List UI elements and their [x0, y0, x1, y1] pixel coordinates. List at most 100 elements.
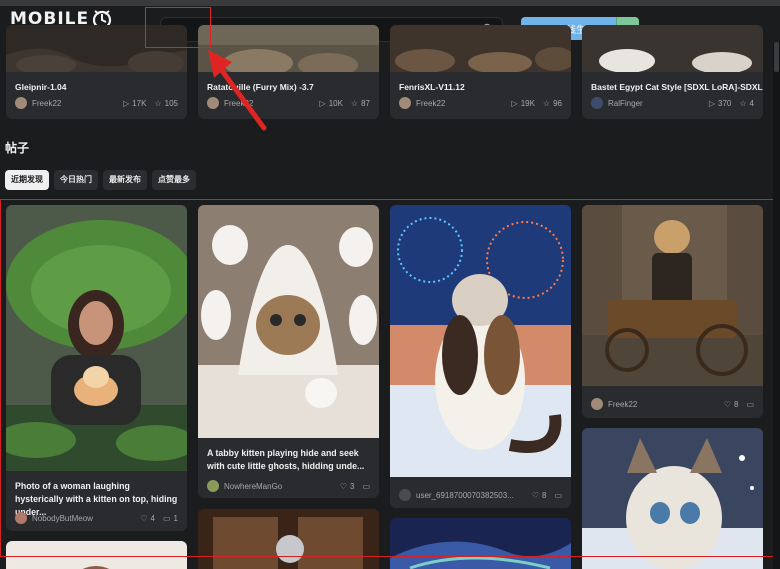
- avatar: [207, 480, 219, 492]
- model-stats: ▷ 370 ☆ 4: [709, 99, 754, 108]
- avatar: [399, 97, 411, 109]
- view-count-value: 10K: [328, 99, 343, 108]
- model-thumbnail: [582, 25, 763, 72]
- post-footer: Freek22 ♡ 8 ▭: [591, 398, 754, 410]
- post-stats: ♡ 8 ▭: [532, 491, 562, 500]
- comment-count[interactable]: ▭: [554, 491, 562, 500]
- post-image: [582, 205, 763, 386]
- like-count[interactable]: ♡ 8: [532, 491, 547, 500]
- comment-icon: ▭: [746, 399, 754, 409]
- avatar: [591, 97, 603, 109]
- post-image: [582, 428, 763, 569]
- comment-icon: ▭: [554, 490, 562, 500]
- model-author[interactable]: Freek22: [399, 97, 445, 109]
- posts-section-title: 帖子: [5, 141, 30, 155]
- like-count: ☆ 105: [154, 99, 178, 108]
- post-card[interactable]: [582, 428, 763, 569]
- star-icon: ☆: [542, 99, 551, 108]
- filter-today-hot[interactable]: 今日热门: [54, 170, 98, 190]
- post-author[interactable]: NowhereManGo: [207, 480, 282, 492]
- post-footer: user_6918700070382503... ♡ 8 ▭: [399, 489, 562, 501]
- model-stats: ▷ 10K ☆ 87: [320, 99, 370, 108]
- filter-most-liked[interactable]: 点赞最多: [152, 170, 196, 190]
- model-stats: ▷ 17K ☆ 105: [123, 99, 178, 108]
- model-card[interactable]: Bastet Egypt Cat Style [SDXL LoRA]-SDXL …: [582, 25, 763, 119]
- like-count: ☆ 4: [739, 99, 754, 108]
- model-title: FenrisXL-V11.12: [399, 82, 465, 92]
- post-author[interactable]: user_6918700070382503...: [399, 489, 514, 501]
- comment-count[interactable]: ▭: [362, 482, 370, 491]
- post-image: [198, 509, 379, 569]
- model-stats: ▷ 19K ☆ 96: [512, 99, 562, 108]
- like-count[interactable]: ♡ 4: [140, 514, 155, 523]
- post-author-name: Freek22: [608, 399, 638, 409]
- heart-icon: ♡: [531, 490, 539, 500]
- post-card[interactable]: user_6918700070382503... ♡ 8 ▭: [390, 205, 571, 508]
- post-author[interactable]: NobodyButMeow: [15, 512, 93, 524]
- post-card[interactable]: A tabby kitten playing hide and seek wit…: [198, 205, 379, 498]
- comment-icon: ▭: [162, 513, 171, 523]
- post-card[interactable]: Photo of a woman laughing hysterically w…: [6, 205, 187, 531]
- filter-recent[interactable]: 近期发现: [5, 170, 49, 190]
- view-count: ▷ 19K: [512, 99, 535, 108]
- avatar: [15, 512, 27, 524]
- post-card[interactable]: [390, 518, 571, 569]
- post-footer: NobodyButMeow ♡ 4 ▭ 1: [15, 512, 178, 524]
- play-icon: ▷: [123, 99, 130, 108]
- heart-icon: ♡: [339, 481, 347, 491]
- post-card[interactable]: [6, 541, 187, 569]
- play-icon: ▷: [319, 99, 326, 108]
- model-title: Gleipnir-1.04: [15, 82, 67, 92]
- avatar: [399, 489, 411, 501]
- heart-icon: ♡: [140, 513, 148, 523]
- like-count: ☆ 96: [543, 99, 562, 108]
- page: MOBILE 在线生图 Gleipnir: [0, 0, 780, 569]
- post-stats: ♡ 8 ▭: [724, 400, 754, 409]
- comment-count[interactable]: ▭ 1: [163, 514, 178, 523]
- view-count-value: 370: [718, 99, 732, 108]
- star-icon: ☆: [350, 99, 359, 108]
- like-count-value: 4: [150, 513, 155, 523]
- post-image: [390, 518, 571, 569]
- post-image: [390, 205, 571, 477]
- model-card[interactable]: FenrisXL-V11.12 Freek22 ▷ 19K ☆ 96: [390, 25, 571, 119]
- filter-latest[interactable]: 最新发布: [103, 170, 147, 190]
- model-author[interactable]: Freek22: [15, 97, 61, 109]
- post-author-name: user_6918700070382503...: [416, 490, 514, 500]
- post-caption: A tabby kitten playing hide and seek wit…: [207, 448, 365, 471]
- post-author-name: NowhereManGo: [224, 481, 283, 491]
- like-count-value: 4: [749, 99, 754, 108]
- post-stats: ♡ 3 ▭: [340, 482, 370, 491]
- like-count-value: 8: [733, 399, 739, 409]
- model-author-name: RalFinger: [608, 98, 643, 108]
- model-author[interactable]: RalFinger: [591, 97, 643, 109]
- view-count-value: 17K: [132, 99, 147, 108]
- like-count-value: 105: [164, 99, 178, 108]
- comment-icon: ▭: [362, 481, 370, 491]
- post-author[interactable]: Freek22: [591, 398, 637, 410]
- star-icon: ☆: [739, 99, 747, 108]
- heart-icon: ♡: [723, 399, 731, 409]
- play-icon: ▷: [511, 99, 518, 108]
- post-image: [6, 205, 187, 471]
- play-icon: ▷: [708, 99, 716, 108]
- top-strip: [0, 0, 780, 6]
- avatar: [15, 97, 27, 109]
- post-footer: NowhereManGo ♡ 3 ▭: [207, 480, 370, 492]
- scrollbar[interactable]: [773, 42, 780, 569]
- model-author-name: Freek22: [32, 98, 62, 108]
- post-author-name: NobodyButMeow: [32, 513, 93, 523]
- model-title: Bastet Egypt Cat Style [SDXL LoRA]-SDXL: [591, 82, 763, 92]
- like-count[interactable]: ♡ 8: [724, 400, 739, 409]
- post-image: [6, 541, 187, 569]
- post-card[interactable]: [198, 509, 379, 569]
- avatar: [591, 398, 603, 410]
- model-author-name: Freek22: [416, 98, 446, 108]
- like-count[interactable]: ♡ 3: [340, 482, 355, 491]
- comment-count[interactable]: ▭: [746, 400, 754, 409]
- comment-count-value: 1: [173, 513, 178, 523]
- view-count-value: 19K: [520, 99, 535, 108]
- scrollbar-thumb[interactable]: [774, 42, 779, 72]
- view-count: ▷ 17K: [123, 99, 146, 108]
- post-card[interactable]: Freek22 ♡ 8 ▭: [582, 205, 763, 418]
